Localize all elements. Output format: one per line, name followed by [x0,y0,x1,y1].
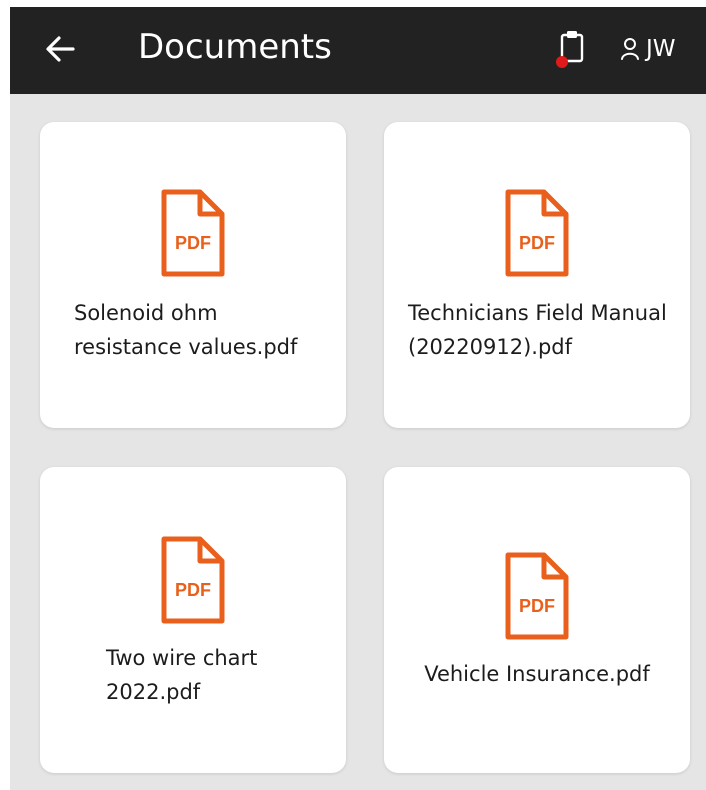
user-icon [621,38,639,60]
clipboard-button[interactable] [550,23,590,73]
document-card[interactable]: PDF Technicians Field Manual (20220912).… [384,122,690,428]
pdf-label: PDF [175,233,211,253]
page-title: Documents [138,27,332,67]
documents-screen: Documents JW PDF Solenoid ohm resistance… [10,7,706,790]
pdf-file-icon: PDF [161,189,225,277]
pdf-file-icon: PDF [505,189,569,277]
clipboard-icon [556,31,584,68]
pdf-file-icon: PDF [161,536,225,624]
document-name: Vehicle Insurance.pdf [424,662,650,686]
document-name: Two wire chart 2022.pdf [106,646,258,704]
back-button[interactable] [38,27,82,71]
notification-dot [556,56,568,68]
app-header: Documents JW [10,7,706,94]
document-name: Technicians Field Manual (20220912).pdf [408,301,667,359]
user-menu-button[interactable]: JW [620,29,676,69]
document-name: Solenoid ohm resistance values.pdf [74,301,298,359]
pdf-label: PDF [519,233,555,253]
document-card[interactable]: PDF Solenoid ohm resistance values.pdf [40,122,346,428]
user-initials: JW [646,36,676,62]
back-arrow-icon [46,36,75,62]
pdf-label: PDF [175,580,211,600]
pdf-file-icon: PDF [505,552,569,640]
document-card[interactable]: PDF Two wire chart 2022.pdf [40,467,346,773]
document-card[interactable]: PDF Vehicle Insurance.pdf [384,467,690,773]
pdf-label: PDF [519,596,555,616]
